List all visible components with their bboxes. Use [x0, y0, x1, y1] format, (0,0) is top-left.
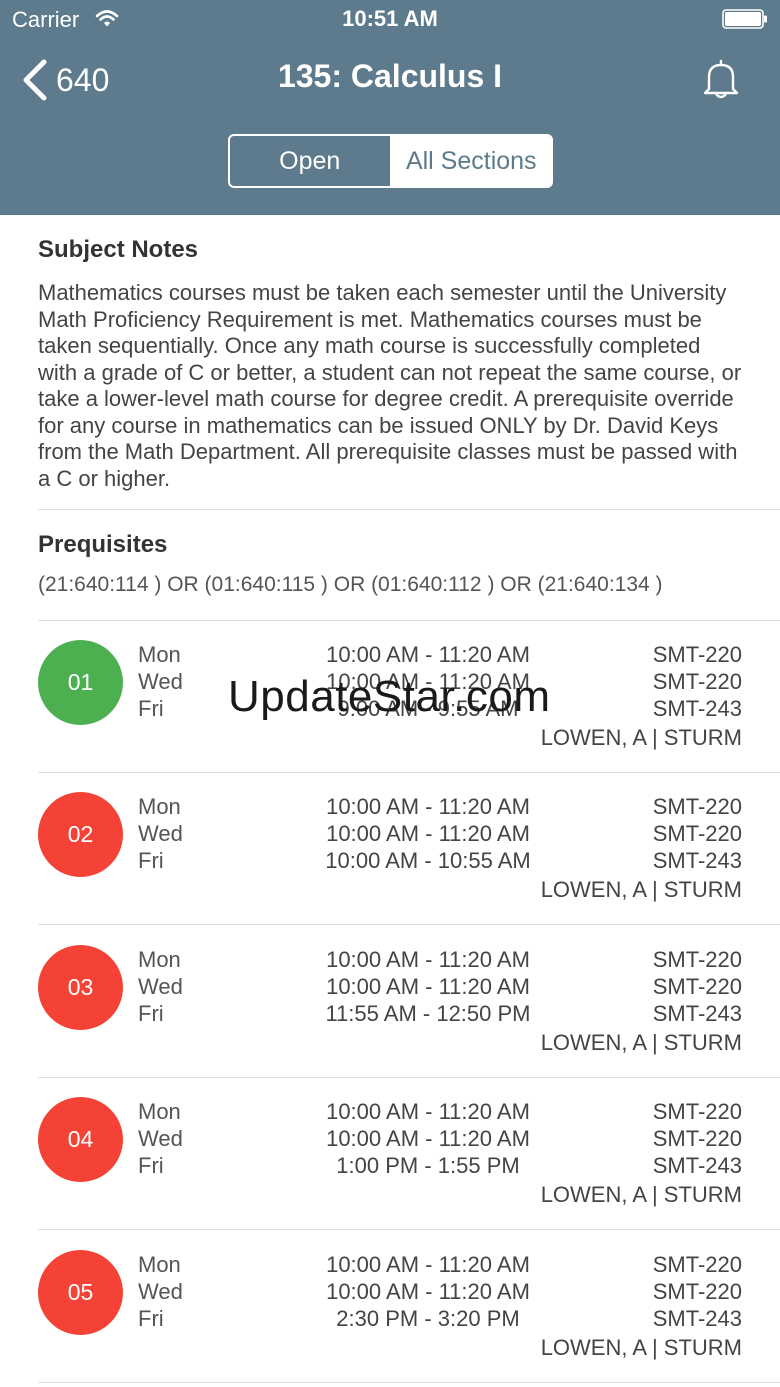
section-number-badge: 01	[38, 640, 123, 725]
page-title: 135: Calculus I	[277, 58, 503, 94]
divider	[38, 1229, 780, 1230]
time-range: 10:00 AM - 11:20 AM	[326, 669, 530, 694]
section-row[interactable]: 02 Mon Wed Fri 10:00 AM - 11:20 AM 10:00…	[38, 773, 780, 925]
room-label: SMT-220	[652, 1126, 742, 1151]
tab-open[interactable]: Open	[230, 136, 392, 186]
meeting-days: Mon Wed Fri	[138, 793, 183, 874]
room-label: SMT-220	[652, 1099, 742, 1124]
time-range: 10:00 AM - 11:20 AM	[326, 974, 530, 999]
time-range: 10:00 AM - 11:20 AM	[326, 1126, 530, 1151]
subject-notes: Subject Notes Mathematics courses must b…	[38, 236, 743, 492]
time-range: 2:30 PM - 3:20 PM	[336, 1306, 520, 1331]
instructors: LOWEN, A | STURM	[540, 725, 742, 750]
meeting-times: 10:00 AM - 11:20 AM 10:00 AM - 11:20 AM …	[278, 1251, 578, 1332]
time-range: 9:00 AM - 9:55 AM	[337, 696, 519, 721]
time-range: 10:00 AM - 11:20 AM	[326, 1279, 530, 1304]
divider	[38, 509, 780, 510]
time-range: 10:00 AM - 10:55 AM	[325, 848, 531, 873]
room-label: SMT-220	[652, 1252, 742, 1277]
time-range: 10:00 AM - 11:20 AM	[326, 1099, 530, 1124]
time-range: 10:00 AM - 11:20 AM	[326, 821, 530, 846]
chevron-left-icon	[23, 59, 47, 101]
day-label: Mon	[138, 947, 181, 972]
subject-notes-body: Mathematics courses must be taken each s…	[38, 280, 742, 491]
day-label: Mon	[138, 642, 181, 667]
prerequisites-body: (21:640:114 ) OR (01:640:115 ) OR (01:64…	[38, 573, 663, 596]
meeting-days: Mon Wed Fri	[138, 1251, 183, 1332]
day-label: Mon	[138, 794, 181, 819]
section-filter-control: Open All Sections	[228, 134, 553, 188]
section-number-badge: 02	[38, 792, 123, 877]
room-label: SMT-243	[652, 848, 742, 873]
room-label: SMT-243	[652, 1153, 742, 1178]
prerequisites-heading: Prequisites	[38, 531, 168, 558]
room-label: SMT-220	[652, 947, 742, 972]
meeting-times: 10:00 AM - 11:20 AM 10:00 AM - 11:20 AM …	[278, 793, 578, 874]
day-label: Fri	[138, 848, 164, 873]
prerequisites: Prequisites (21:640:114 ) OR (01:640:115…	[38, 531, 758, 597]
day-label: Fri	[138, 1153, 164, 1178]
meeting-rooms: SMT-220 SMT-220 SMT-243	[653, 1098, 742, 1179]
meeting-days: Mon Wed Fri	[138, 641, 183, 722]
meeting-times: 10:00 AM - 11:20 AM 10:00 AM - 11:20 AM …	[278, 946, 578, 1027]
day-label: Mon	[138, 1252, 181, 1277]
instructors: LOWEN, A | STURM	[540, 1182, 742, 1207]
day-label: Wed	[138, 974, 183, 999]
section-row[interactable]: 04 Mon Wed Fri 10:00 AM - 11:20 AM 10:00…	[38, 1078, 780, 1230]
time-range: 11:55 AM - 12:50 PM	[325, 1001, 531, 1026]
meeting-rooms: SMT-220 SMT-220 SMT-243	[653, 641, 742, 722]
meeting-days: Mon Wed Fri	[138, 1098, 183, 1179]
time-range: 10:00 AM - 11:20 AM	[326, 642, 530, 667]
time-range: 1:00 PM - 1:55 PM	[336, 1153, 520, 1178]
tab-all-sections[interactable]: All Sections	[391, 136, 551, 186]
room-label: SMT-220	[652, 794, 742, 819]
room-label: SMT-243	[652, 696, 742, 721]
back-label: 640	[56, 61, 110, 98]
day-label: Wed	[138, 1279, 183, 1304]
back-button[interactable]: 640	[20, 56, 109, 104]
day-label: Wed	[138, 669, 183, 694]
meeting-rooms: SMT-220 SMT-220 SMT-243	[653, 1251, 742, 1332]
day-label: Fri	[138, 1306, 164, 1331]
section-number-badge: 04	[38, 1097, 123, 1182]
room-label: SMT-220	[652, 1279, 742, 1304]
meeting-rooms: SMT-220 SMT-220 SMT-243	[653, 946, 742, 1027]
divider	[38, 1382, 780, 1383]
instructors: LOWEN, A | STURM	[540, 1335, 742, 1360]
room-label: SMT-243	[652, 1001, 742, 1026]
time-range: 10:00 AM - 11:20 AM	[326, 1252, 530, 1277]
section-number-badge: 05	[38, 1250, 123, 1335]
status-time: 10:51 AM	[342, 6, 438, 31]
meeting-rooms: SMT-220 SMT-220 SMT-243	[653, 793, 742, 874]
day-label: Wed	[138, 821, 183, 846]
subject-notes-heading: Subject Notes	[38, 236, 199, 263]
section-row[interactable]: 03 Mon Wed Fri 10:00 AM - 11:20 AM 10:00…	[38, 926, 780, 1078]
section-row[interactable]: 05 Mon Wed Fri 10:00 AM - 11:20 AM 10:00…	[38, 1231, 780, 1383]
meeting-times: 10:00 AM - 11:20 AM 10:00 AM - 11:20 AM …	[278, 641, 578, 722]
room-label: SMT-220	[652, 669, 742, 694]
room-label: SMT-220	[652, 821, 742, 846]
nav-header: Carrier 10:51 AM 640 135: Calculus I Ope…	[0, 0, 780, 215]
day-label: Mon	[138, 1099, 181, 1124]
room-label: SMT-220	[652, 974, 742, 999]
battery-icon	[722, 9, 767, 29]
time-range: 10:00 AM - 11:20 AM	[326, 794, 530, 819]
instructors: LOWEN, A | STURM	[540, 1030, 742, 1055]
day-label: Fri	[138, 696, 164, 721]
bell-icon[interactable]	[700, 58, 742, 100]
meeting-times: 10:00 AM - 11:20 AM 10:00 AM - 11:20 AM …	[278, 1098, 578, 1179]
room-label: SMT-243	[652, 1306, 742, 1331]
section-row[interactable]: 01 Mon Wed Fri 10:00 AM - 11:20 AM 10:00…	[38, 621, 780, 773]
day-label: Fri	[138, 1001, 164, 1026]
instructors: LOWEN, A | STURM	[540, 877, 742, 902]
room-label: SMT-220	[652, 642, 742, 667]
time-range: 10:00 AM - 11:20 AM	[326, 947, 530, 972]
day-label: Wed	[138, 1126, 183, 1151]
section-number-badge: 03	[38, 945, 123, 1030]
status-bar: Carrier 10:51 AM	[0, 0, 780, 40]
meeting-days: Mon Wed Fri	[138, 946, 183, 1027]
divider	[38, 924, 780, 925]
